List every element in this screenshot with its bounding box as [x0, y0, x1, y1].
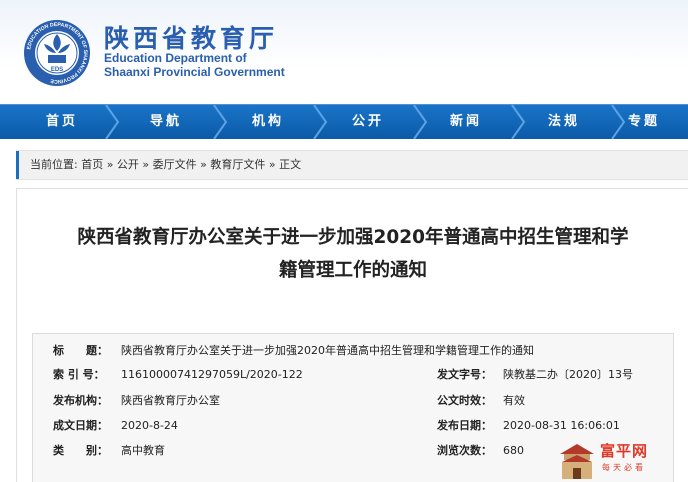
meta-category-label: 类 别： [53, 444, 108, 457]
article-title: 陕西省教育厅办公室关于进一步加强2020年普通高中招生管理和学 籍管理工作的通知 [17, 221, 688, 287]
meta-views-label: 浏览次数： [437, 444, 492, 457]
meta-validity-label: 公文时效： [437, 394, 492, 407]
meta-date-value: 2020-8-24 [121, 419, 178, 432]
site-title-cn: 陕西省教育厅 [104, 24, 279, 53]
meta-row-index: 索 引 号： 11610000741297059L/2020-122 发文字号：… [33, 364, 673, 388]
nav-news[interactable]: 新闻 [424, 105, 508, 139]
meta-views-value: 680 [503, 444, 524, 457]
nav-public[interactable]: 公开 [324, 105, 412, 139]
meta-issuer-label: 发布机构： [53, 394, 108, 407]
breadcrumb: 当前位置: 首页 » 公开 » 委厅文件 » 教育厅文件 » 正文 [16, 150, 688, 180]
meta-row-title: 标 题： 陕西省教育厅办公室关于进一步加强2020年普通高中招生管理和学籍管理工… [33, 340, 673, 364]
site-title-en-line1: Education Department of [104, 51, 247, 65]
meta-index-label: 索 引 号： [53, 368, 105, 381]
meta-pub-label: 发布日期： [437, 419, 492, 432]
gate-tower-icon [560, 444, 594, 479]
nav-regulations[interactable]: 法规 [522, 105, 606, 139]
watermark-sub: 每天必看 [602, 463, 646, 472]
nav-home[interactable]: 首页 [22, 105, 102, 139]
breadcrumb-text[interactable]: 当前位置: 首页 » 公开 » 委厅文件 » 教育厅文件 » 正文 [30, 151, 301, 179]
meta-issuer-value: 陕西省教育厅办公室 [121, 394, 220, 407]
meta-doc-no-label: 发文字号： [437, 368, 492, 381]
nav-guide[interactable]: 导航 [122, 105, 210, 139]
meta-date-label: 成文日期： [53, 419, 108, 432]
meta-title-label: 标 题： [53, 344, 108, 357]
main-nav: 首页 导航 机构 公开 新闻 法规 专题 [0, 104, 688, 139]
site-title-en-line2: Shaanxi Provincial Government [104, 65, 285, 79]
nav-topics[interactable]: 专题 [628, 105, 688, 139]
fuping-watermark: 富平网 每天必看 [556, 440, 688, 481]
breadcrumb-accent [16, 151, 19, 179]
meta-title-value: 陕西省教育厅办公室关于进一步加强2020年普通高中招生管理和学籍管理工作的通知 [121, 344, 534, 357]
meta-doc-no-value: 陕教基二办〔2020〕13号 [503, 368, 633, 381]
meta-row-date: 成文日期： 2020-8-24 发布日期： 2020-08-31 16:06:0… [33, 415, 673, 439]
meta-row-issuer: 发布机构： 陕西省教育厅办公室 公文时效： 有效 [33, 390, 673, 414]
meta-validity-value: 有效 [503, 394, 525, 407]
logo-badge: EDS [51, 67, 63, 73]
meta-pub-value: 2020-08-31 16:06:01 [503, 419, 620, 432]
meta-category-value: 高中教育 [121, 444, 165, 457]
site-header: EDS EDUCATION DEPARTMENT OF SHAANXI PROV… [0, 0, 688, 100]
article-title-line2: 籍管理工作的通知 [278, 260, 427, 281]
nav-separator-icon [611, 105, 626, 139]
watermark-name: 富平网 [600, 442, 649, 460]
nav-separator-icon [105, 105, 120, 139]
meta-index-value: 11610000741297059L/2020-122 [121, 368, 303, 381]
nav-institutions[interactable]: 机构 [224, 105, 312, 139]
education-department-logo[interactable]: EDS EDUCATION DEPARTMENT OF SHAANXI PROV… [22, 18, 92, 88]
article-title-line1: 陕西省教育厅办公室关于进一步加强2020年普通高中招生管理和学 [77, 227, 629, 248]
